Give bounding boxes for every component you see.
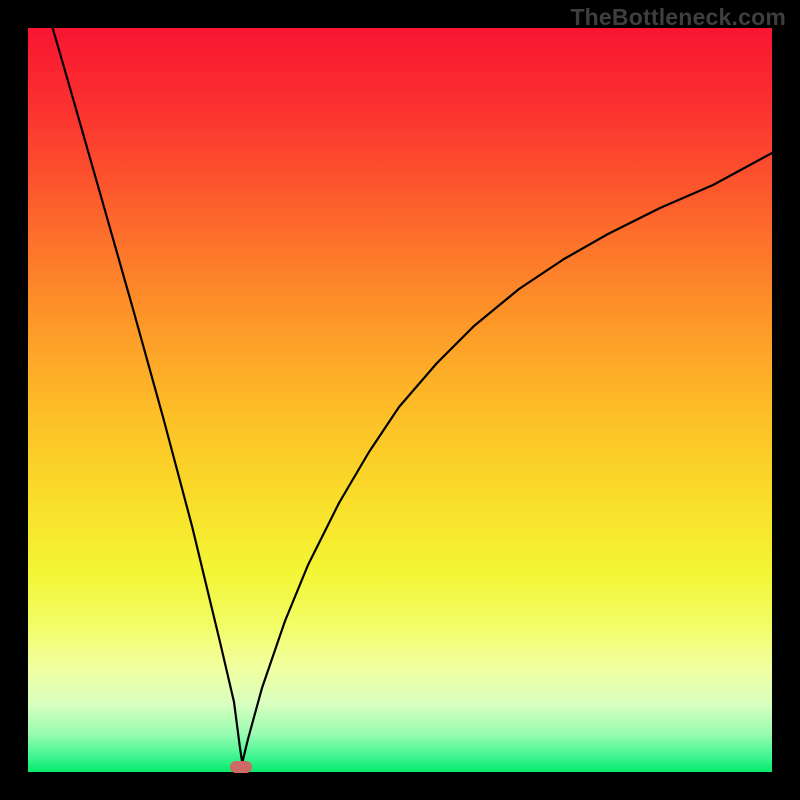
plot-area (28, 28, 772, 772)
minimum-marker (230, 761, 252, 773)
chart-frame: TheBottleneck.com (0, 0, 800, 800)
curve-path (44, 28, 772, 770)
watermark-text: TheBottleneck.com (570, 4, 786, 31)
bottleneck-curve (28, 28, 772, 772)
